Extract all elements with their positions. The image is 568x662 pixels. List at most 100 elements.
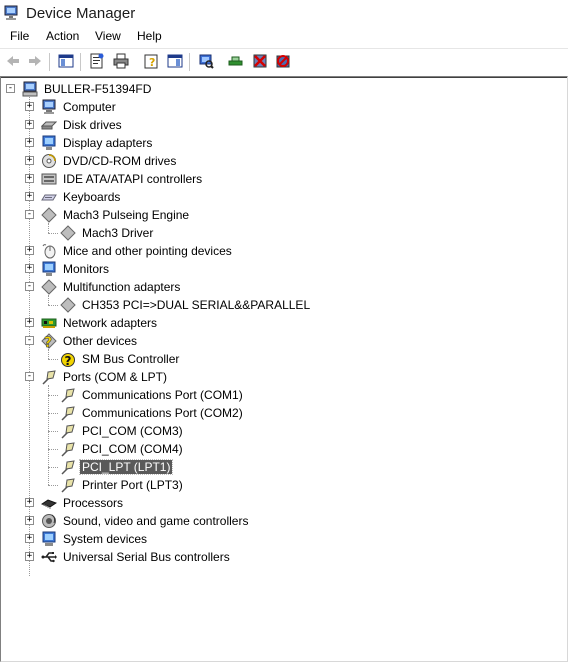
collapse-button[interactable]: -	[25, 282, 34, 291]
expand-button[interactable]: +	[25, 138, 34, 147]
port-icon	[61, 388, 75, 403]
svg-text:?: ?	[44, 335, 52, 349]
tree-node-label: CH353 PCI=>DUAL SERIAL&&PARALLEL	[82, 298, 311, 312]
monitor-icon	[42, 135, 56, 150]
device-manager-icon	[4, 5, 18, 20]
device-tree[interactable]: - BULLER-F51394FD + Computer + Disk driv…	[0, 76, 568, 662]
menu-action[interactable]: Action	[44, 29, 81, 43]
port-icon	[61, 442, 75, 457]
network-adapter-icon	[41, 318, 57, 328]
back-arrow-icon[interactable]	[5, 53, 21, 69]
title-bar: Device Manager	[0, 0, 568, 27]
collapse-button[interactable]: -	[25, 336, 34, 345]
tree-line	[48, 385, 49, 485]
tree-node-label: Sound, video and game controllers	[63, 514, 249, 528]
tree-node-label: IDE ATA/ATAPI controllers	[63, 172, 203, 186]
tree-node-label: Communications Port (COM2)	[82, 406, 243, 420]
expand-button[interactable]: +	[25, 552, 34, 561]
disable-device-icon[interactable]	[252, 53, 268, 69]
svg-text:?: ?	[149, 56, 155, 69]
generic-device-icon	[41, 279, 57, 295]
expand-button[interactable]: +	[25, 498, 34, 507]
tree-line	[48, 349, 49, 359]
mouse-icon	[42, 244, 56, 259]
toolbar-separator	[80, 53, 81, 71]
system-device-icon	[42, 531, 56, 546]
uninstall-device-icon[interactable]	[275, 53, 291, 69]
tree-node-label: Multifunction adapters	[63, 280, 181, 294]
port-icon	[61, 424, 75, 439]
expand-button[interactable]: +	[25, 318, 34, 327]
toolbar-separator	[49, 53, 50, 71]
unknown-device-icon: ?	[61, 353, 75, 367]
menu-bar: File Action View Help	[0, 27, 568, 47]
expand-button[interactable]: +	[25, 120, 34, 129]
expand-button[interactable]: +	[25, 264, 34, 273]
window-title: Device Manager	[26, 5, 136, 22]
tree-node-label: Network adapters	[63, 316, 158, 330]
expand-button[interactable]: +	[25, 246, 34, 255]
toolbar: ?	[0, 48, 568, 75]
tree-root-label: BULLER-F51394FD	[44, 82, 152, 96]
tree-node-label: System devices	[63, 532, 148, 546]
computer-icon	[22, 81, 38, 97]
ide-controller-icon	[41, 173, 57, 185]
scan-hardware-icon[interactable]	[198, 53, 214, 69]
collapse-button[interactable]: -	[25, 210, 34, 219]
generic-device-icon	[41, 207, 57, 223]
menu-help[interactable]: Help	[135, 29, 164, 43]
tree-node-label: PCI_COM (COM3)	[82, 424, 183, 438]
update-driver-icon[interactable]	[228, 53, 244, 69]
disk-drive-icon	[41, 121, 57, 130]
tree-node-label: Other devices	[63, 334, 138, 348]
tree-node-label: Printer Port (LPT3)	[82, 478, 183, 492]
tree-line	[48, 223, 49, 233]
collapse-button[interactable]: -	[25, 372, 34, 381]
root-collapse-button[interactable]: -	[6, 84, 15, 93]
processor-icon	[41, 499, 57, 509]
show-hide-action-pane-icon[interactable]	[167, 53, 183, 69]
toolbar-separator	[189, 53, 190, 71]
keyboard-icon	[41, 194, 57, 201]
menu-view[interactable]: View	[93, 29, 123, 43]
port-icon	[42, 370, 56, 385]
tree-node-label: SM Bus Controller	[82, 352, 180, 366]
monitor-icon	[42, 261, 56, 276]
svg-text:?: ?	[65, 354, 72, 367]
expand-button[interactable]: +	[25, 192, 34, 201]
computer-icon	[42, 99, 56, 114]
tree-node-label: Ports (COM & LPT)	[63, 370, 168, 384]
unknown-device-icon: ?	[41, 333, 57, 349]
tree-node-label: PCI_COM (COM4)	[82, 442, 183, 456]
port-icon	[61, 406, 75, 421]
generic-device-icon	[60, 297, 76, 313]
tree-node-label: Computer	[63, 100, 116, 114]
expand-button[interactable]: +	[25, 156, 34, 165]
forward-arrow-icon[interactable]	[27, 53, 43, 69]
tree-node-label: Communications Port (COM1)	[82, 388, 243, 402]
show-hide-console-tree-icon[interactable]	[58, 53, 74, 69]
expand-button[interactable]: +	[25, 516, 34, 525]
menu-file[interactable]: File	[8, 29, 31, 43]
cdrom-icon	[42, 154, 56, 168]
tree-node-label: DVD/CD-ROM drives	[63, 154, 177, 168]
tree-node-label: Processors	[63, 496, 124, 510]
port-icon	[61, 460, 75, 475]
expand-button[interactable]: +	[25, 102, 34, 111]
tree-node-label: Mach3 Pulseing Engine	[63, 208, 190, 222]
tree-node-label-selected: PCI_LPT (LPT1)	[78, 459, 174, 475]
expand-button[interactable]: +	[25, 174, 34, 183]
properties-icon[interactable]	[89, 53, 105, 69]
expand-button[interactable]: +	[25, 534, 34, 543]
tree-node-label: Monitors	[63, 262, 110, 276]
tree-node-label: Mach3 Driver	[82, 226, 154, 240]
tree-node-label: Display adapters	[63, 136, 153, 150]
usb-icon	[41, 552, 57, 563]
tree-node-label: Disk drives	[63, 118, 122, 132]
sound-icon	[42, 514, 56, 528]
print-icon[interactable]	[113, 53, 129, 69]
tree-node-label: Universal Serial Bus controllers	[63, 550, 230, 564]
port-icon	[61, 478, 75, 493]
help-icon[interactable]: ?	[143, 53, 159, 69]
tree-line	[48, 295, 49, 305]
